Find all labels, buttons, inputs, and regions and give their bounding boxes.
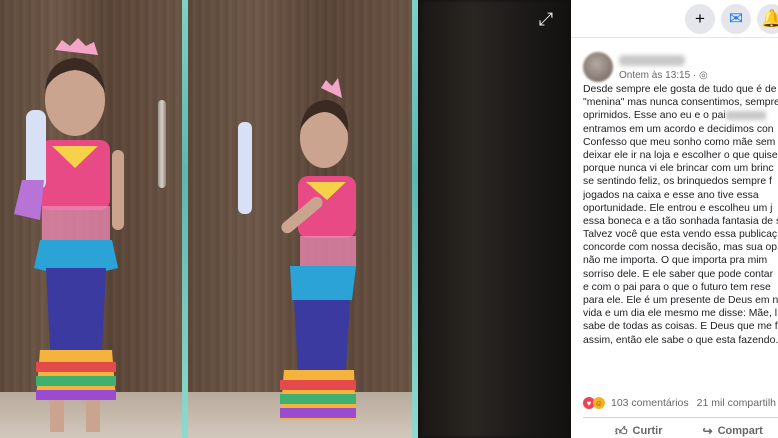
share-label: Compart (717, 425, 763, 437)
post-line: oprimidos. Esse ano eu e o pai (583, 109, 778, 122)
post-line: jogados na caixa e esse ano tive essa (583, 189, 759, 201)
post-line: entramos em um acordo e decidimos con (583, 123, 774, 135)
post-panel: + ✉ 🔔 Ontem às 13:15 · ◎ Desde sempre el… (571, 0, 778, 438)
post-line: para ele. Ele é um presente de Deus em n (583, 295, 778, 306)
post-line: essa boneca e a tão sonhada fantasia de … (583, 215, 778, 227)
post-text: Desde sempre ele gosta de tudo que é de … (583, 83, 778, 347)
globe-icon: ◎ (699, 70, 708, 81)
post-line: "menina" mas nunca consentimos, sempre (583, 97, 778, 109)
photo-viewer: ⤢ (0, 0, 571, 438)
post-line: sorriso dele. E ele saber que pode conta… (583, 268, 774, 280)
expand-icon[interactable]: ⤢ (535, 10, 557, 28)
post-line: oportunidade. Ele entrou e escolheu um j (583, 202, 773, 214)
divider (583, 417, 778, 418)
author-name-redacted[interactable] (619, 55, 685, 66)
child-figure-left (14, 38, 124, 432)
post-line: concorde com nossa decisão, mas sua op (583, 242, 778, 254)
post-author: Ontem às 13:15 · ◎ (583, 52, 708, 82)
top-bar: + ✉ 🔔 (571, 0, 778, 38)
post-line: Desde sempre ele gosta de tudo que é de (583, 84, 777, 95)
messenger-icon[interactable]: ✉ (721, 4, 751, 34)
post-line: não me importa. O que importa pra mim (583, 255, 768, 267)
photo-right[interactable] (188, 0, 412, 438)
post-line: sabe de todas as coisas. E Deus que me f… (583, 321, 778, 333)
plus-icon[interactable]: + (685, 4, 715, 34)
post-line: deixar ele ir na loja e escolher o que q… (583, 149, 778, 161)
post-stats: ♥ ☺ 103 comentários 21 mil compartilh (583, 396, 778, 410)
post-actions: 👍︎ Curtir ↪ Compart (571, 421, 778, 438)
post-line: se sentindo feliz, os brinquedos sempre … (583, 176, 772, 188)
bell-icon[interactable]: 🔔 (757, 4, 778, 34)
blurred-background (420, 0, 571, 438)
share-button[interactable]: ↪ Compart (703, 421, 763, 438)
thumbs-up-icon: 👍︎ (615, 423, 628, 438)
post-line: e com o pai para o que o futuro tem rese (583, 281, 771, 293)
post-line: porque nunca vi ele brincar com um brinc (583, 163, 774, 175)
post-line: assim, então ele sabe o que esta fazendo… (583, 334, 778, 346)
post-line: Talvez você que esta vendo essa publicaç (583, 229, 778, 241)
wow-reaction-icon[interactable]: ☺ (593, 397, 605, 409)
avatar[interactable] (583, 52, 613, 82)
photo-left[interactable] (0, 0, 182, 438)
name-redaction (725, 111, 766, 121)
post-line: vida e um dia ele mesmo me disse: Mãe, l (583, 308, 778, 320)
comment-count[interactable]: 103 comentários (611, 397, 689, 409)
like-label: Curtir (632, 425, 663, 437)
share-count[interactable]: 21 mil compartilh (697, 397, 776, 409)
post-timestamp[interactable]: Ontem às 13:15 · ◎ (619, 70, 708, 81)
share-icon: ↪ (702, 424, 713, 438)
like-button[interactable]: 👍︎ Curtir (615, 421, 663, 438)
child-figure-right (238, 78, 356, 420)
post-line: Confesso que meu sonho como mãe sem (583, 136, 776, 148)
photo-divider (412, 0, 418, 438)
